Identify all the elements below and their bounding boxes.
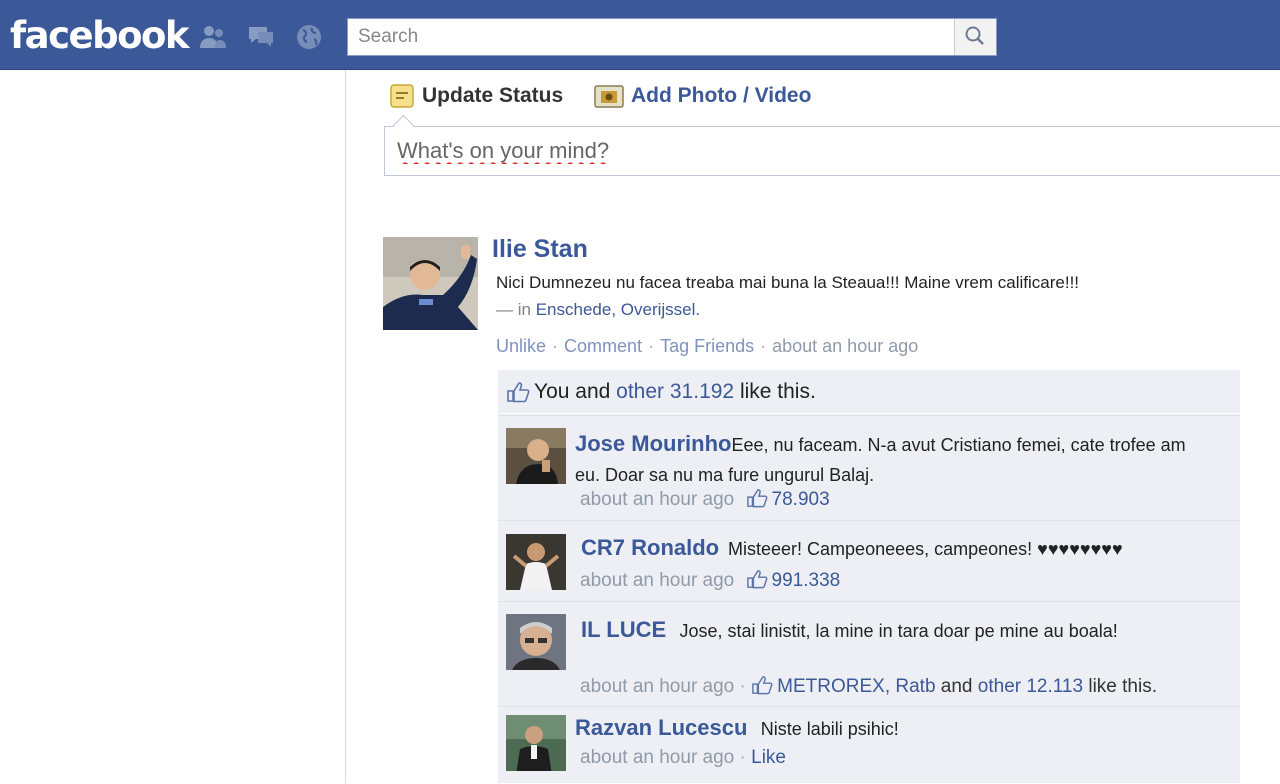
post-location-line: — in Enschede, Overijssel.: [496, 300, 700, 320]
photo-icon: [594, 85, 624, 108]
commenter-avatar[interactable]: [506, 614, 566, 670]
like-count[interactable]: 31.192: [670, 380, 734, 404]
left-sidebar: [0, 70, 346, 783]
comment-meta: about an hour ago · METROREX, Ratb and o…: [580, 676, 1157, 697]
comment-item: Razvan Lucescu Niste labili psihic! abou…: [498, 706, 1240, 784]
tag-friends-link[interactable]: Tag Friends: [660, 336, 754, 356]
like-you-and: You and: [534, 379, 611, 403]
add-photo-label: Add Photo / Video: [631, 84, 812, 107]
comment-text: Misteeer! Campeoneees, campeones! ♥♥♥♥♥♥…: [728, 539, 1123, 559]
search-box: [347, 18, 997, 56]
comment-likers-other[interactable]: other 12.113: [978, 676, 1083, 697]
friends-icon[interactable]: [198, 22, 228, 52]
search-input[interactable]: [348, 19, 953, 55]
commenter-name[interactable]: IL LUCE: [581, 617, 666, 642]
post-author-name[interactable]: Ilie Stan: [492, 235, 588, 264]
comment-meta: about an hour ago 78.903: [580, 488, 830, 511]
comment-like-count[interactable]: 991.338: [772, 570, 841, 591]
update-status-label: Update Status: [422, 84, 564, 107]
commenter-avatar[interactable]: [506, 715, 566, 771]
like-suffix: like this.: [739, 379, 816, 403]
status-note-icon: [390, 84, 414, 108]
comment-likers-suffix: like this.: [1088, 676, 1157, 697]
commenter-name[interactable]: Razvan Lucescu: [575, 715, 747, 740]
post-actions: Unlike · Comment · Tag Friends · about an hour…: [496, 336, 919, 356]
status-input[interactable]: [385, 127, 1280, 175]
thumbs-up-icon: [746, 489, 767, 508]
post-timestamp[interactable]: about an hour ago: [772, 336, 918, 356]
post-text: Nici Dumnezeu nu facea treaba mai buna l…: [496, 273, 1080, 292]
comment-item: IL LUCE Jose, stai linistit, la mine in …: [498, 601, 1240, 706]
comment-item: CR7 Ronaldo Misteeer! Campeoneees, campe…: [498, 520, 1240, 601]
update-status-tab[interactable]: Update Status: [388, 81, 563, 111]
comment-link[interactable]: Comment: [564, 336, 642, 356]
like-other-link[interactable]: other: [616, 380, 664, 404]
thumbs-up-icon: [746, 570, 767, 589]
comment-meta: about an hour ago · Like: [580, 747, 786, 768]
comment-body: CR7 Ronaldo Misteeer! Campeoneees, campe…: [581, 535, 1221, 561]
comment-body: Razvan Lucescu Niste labili psihic!: [575, 715, 1215, 741]
status-box: [384, 126, 1280, 176]
like-summary: You and other 31.192 like this.: [498, 370, 1240, 414]
feedback-box: You and other 31.192 like this. Jose Mou…: [498, 370, 1240, 783]
thumbs-up-icon: [752, 676, 773, 695]
comment-timestamp[interactable]: about an hour ago: [580, 676, 734, 697]
messages-icon[interactable]: [246, 22, 276, 52]
unlike-link[interactable]: Unlike: [496, 336, 546, 356]
comment-meta: about an hour ago 991.338: [580, 569, 840, 592]
commenter-avatar[interactable]: [506, 428, 566, 484]
comment-timestamp[interactable]: about an hour ago: [580, 570, 734, 591]
post-author-avatar[interactable]: [383, 237, 478, 330]
comment-timestamp[interactable]: about an hour ago: [580, 747, 734, 768]
comment-likers-and: and: [940, 676, 973, 697]
comment-text: Niste labili psihic!: [760, 719, 899, 739]
commenter-name[interactable]: CR7 Ronaldo: [581, 535, 719, 560]
commenter-name[interactable]: Jose Mourinho: [575, 431, 731, 456]
comment-item: Jose MourinhoEee, nu faceam. N-a avut Cr…: [498, 415, 1240, 520]
comment-timestamp[interactable]: about an hour ago: [580, 489, 734, 510]
comment-body: IL LUCE Jose, stai linistit, la mine in …: [581, 616, 1141, 646]
comment-likers[interactable]: METROREX, Ratb: [777, 676, 935, 697]
facebook-logo[interactable]: facebook: [10, 14, 190, 58]
add-photo-tab[interactable]: Add Photo / Video: [593, 81, 811, 111]
comment-body: Jose MourinhoEee, nu faceam. N-a avut Cr…: [575, 429, 1215, 491]
commenter-avatar[interactable]: [506, 534, 566, 590]
post-location-link[interactable]: Enschede, Overijssel.: [536, 300, 700, 319]
top-bar: facebook: [0, 0, 1280, 70]
search-icon: [965, 26, 984, 45]
comment-like-button[interactable]: Like: [751, 747, 786, 768]
notifications-icon[interactable]: [294, 22, 324, 52]
comment-text: Jose, stai linistit, la mine in tara doa…: [679, 621, 1118, 641]
thumbs-up-icon: [507, 381, 530, 402]
search-button[interactable]: [954, 19, 996, 55]
location-prefix: — in: [496, 300, 531, 319]
comment-like-count[interactable]: 78.903: [772, 489, 830, 510]
